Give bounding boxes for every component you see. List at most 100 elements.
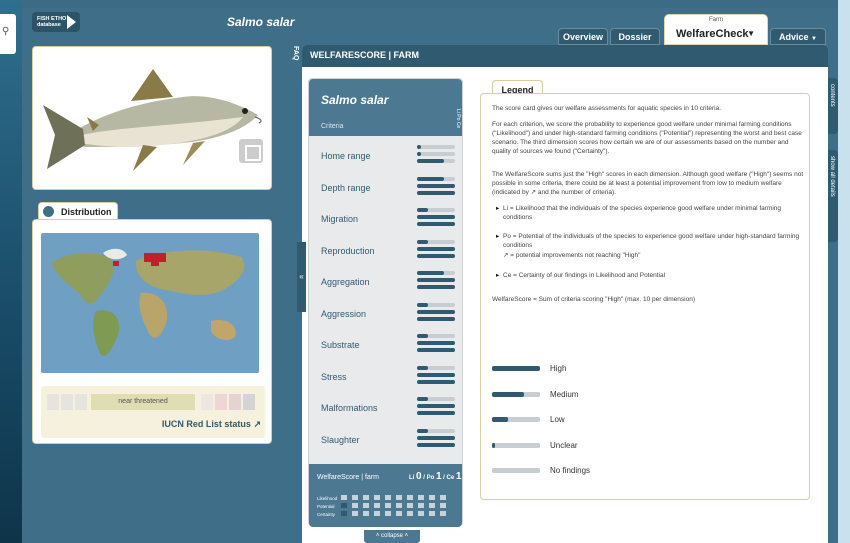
score-card-species: Salmo salar <box>321 93 389 107</box>
species-title: Salmo salar <box>227 15 295 29</box>
criterion-score-fill <box>417 397 429 401</box>
legend-level-swatch <box>492 391 540 397</box>
criterion-score-fill <box>417 334 429 338</box>
show-all-details-tab[interactable]: show all details <box>828 150 838 242</box>
legend-welfarescore-text: The WelfareScore sums just the "High" sc… <box>492 171 804 196</box>
score-grid-cell <box>440 503 446 508</box>
score-grid-cell <box>385 511 391 516</box>
iucn-cell-vu <box>215 394 227 410</box>
criterion-score-fill <box>417 278 455 282</box>
score-grid-cell <box>363 511 369 516</box>
criterion-score-fill <box>417 411 455 415</box>
fish-image-card <box>32 46 272 190</box>
score-grid-cell <box>352 511 358 516</box>
criterion-label[interactable]: Malformations <box>321 403 378 413</box>
score-grid-cell <box>429 511 435 516</box>
criterion-label[interactable]: Home range <box>321 151 371 161</box>
criterion-score-bar-li <box>417 239 455 244</box>
app-window: FISH ETHO database Salmo salar Overview … <box>22 8 838 543</box>
criterion-score-fill <box>417 341 455 345</box>
tab-advice[interactable]: Advice ▼ <box>770 28 826 45</box>
score-grid-cell <box>440 495 446 500</box>
criterion-label[interactable]: Depth range <box>321 183 371 193</box>
criterion-score-fill <box>417 365 429 370</box>
criterion-score-bar-ce <box>417 190 455 195</box>
tab-welfarecheck-sublabel: Farm <box>709 17 723 23</box>
criterion-score-bar-ce <box>417 411 455 415</box>
legend-level-swatch <box>492 417 540 422</box>
iucn-link-label: IUCN Red List status <box>161 419 251 429</box>
welfare-panel-title: WELFARESCORE | FARM <box>310 50 420 60</box>
score-grid-cell <box>385 503 391 508</box>
criterion-score-bar-po <box>417 435 455 440</box>
criterion-label[interactable]: Migration <box>321 214 358 224</box>
criterion-score-bar-ce <box>417 442 455 447</box>
tab-dossier[interactable]: Dossier <box>610 28 660 45</box>
criterion-label[interactable]: Substrate <box>321 340 360 350</box>
score-grid-cell <box>396 495 402 500</box>
iucn-cell-lc <box>201 394 213 410</box>
tab-overview[interactable]: Overview <box>558 28 608 45</box>
score-grid-cell <box>418 511 424 516</box>
criterion-score-fill <box>417 222 455 226</box>
criterion-score-bar-po <box>417 404 455 408</box>
legend-potential: Po = Potential of the individuals of the… <box>496 232 803 250</box>
score-card: Salmo salar Criteria Li Po Ce WelfareSco… <box>308 78 463 527</box>
criterion-score-bar-li <box>417 145 455 149</box>
criterion-score-fill <box>417 271 444 275</box>
legend-level-label: High <box>550 364 567 373</box>
iucn-cell-cr <box>75 394 87 410</box>
collapse-button[interactable]: ˄ collapse ˄ <box>364 530 420 543</box>
criterion-score-fill <box>417 316 455 321</box>
dimension-header: Li Po Ce <box>455 109 461 129</box>
criterion-score-fill <box>417 215 455 219</box>
criterion-score-bar-li <box>417 428 455 433</box>
score-grid-cell <box>363 495 369 500</box>
contents-tab[interactable]: contents <box>828 78 838 134</box>
criterion-score-bar-po <box>417 215 455 219</box>
iucn-red-list-link[interactable]: IUCN Red List status ↗ <box>162 419 261 430</box>
legend-intro: The score card gives our welfare assessm… <box>492 105 722 112</box>
score-grid-cell <box>352 503 358 508</box>
tab-welfarecheck[interactable]: Farm WelfareCheck ▼ <box>664 14 768 45</box>
criterion-score-bar-po <box>417 372 455 377</box>
search-icon: ⚲ <box>2 26 10 37</box>
score-card-header: Salmo salar Criteria Li Po Ce <box>309 79 462 136</box>
criterion-label[interactable]: Stress <box>321 372 347 382</box>
legend-potential-note: ↗ = potential improvements not reaching … <box>503 252 641 259</box>
search-box[interactable]: ⚲ <box>0 14 16 54</box>
criterion-score-fill <box>417 379 455 384</box>
criterion-score-fill <box>417 190 455 195</box>
criterion-label[interactable]: Aggregation <box>321 277 370 287</box>
faq-tab[interactable]: FAQ <box>292 46 300 76</box>
legend-level-label: Medium <box>550 389 579 399</box>
score-grid-cell <box>385 495 391 500</box>
welfare-panel-header: WELFARESCORE | FARM <box>302 45 828 67</box>
criterion-label[interactable]: Reproduction <box>321 246 375 256</box>
logo-arrow-icon <box>67 15 76 29</box>
iucn-status-nt: near threatened <box>91 394 195 410</box>
criterion-label[interactable]: Slaughter <box>321 435 360 445</box>
criterion-score-fill <box>417 145 421 149</box>
score-grid-cell <box>363 503 369 508</box>
score-grid-cell <box>352 495 358 500</box>
criterion-score-bar-po <box>417 309 455 314</box>
legend-level-label: Low <box>550 415 565 424</box>
legend-level-label: No findings <box>550 466 591 475</box>
criterion-score-fill <box>417 309 455 314</box>
score-row-potential: Potential <box>317 504 335 509</box>
expand-icon[interactable] <box>239 139 263 163</box>
legend-level-fill <box>492 417 508 422</box>
criterion-label[interactable]: Aggression <box>321 309 366 319</box>
criterion-score-bar-li <box>417 397 455 401</box>
criterion-score-bar-po <box>417 278 455 282</box>
score-grid-cell <box>374 495 380 500</box>
score-grid-cell <box>407 511 413 516</box>
criterion-score-fill <box>417 442 455 447</box>
score-grid-cell <box>341 495 347 500</box>
collapse-left-button[interactable]: « <box>297 242 306 312</box>
criterion-score-fill <box>417 302 429 307</box>
contents-tab-label: contents <box>829 84 835 107</box>
score-grid-cell <box>396 511 402 516</box>
logo[interactable]: FISH ETHO database <box>32 12 80 32</box>
